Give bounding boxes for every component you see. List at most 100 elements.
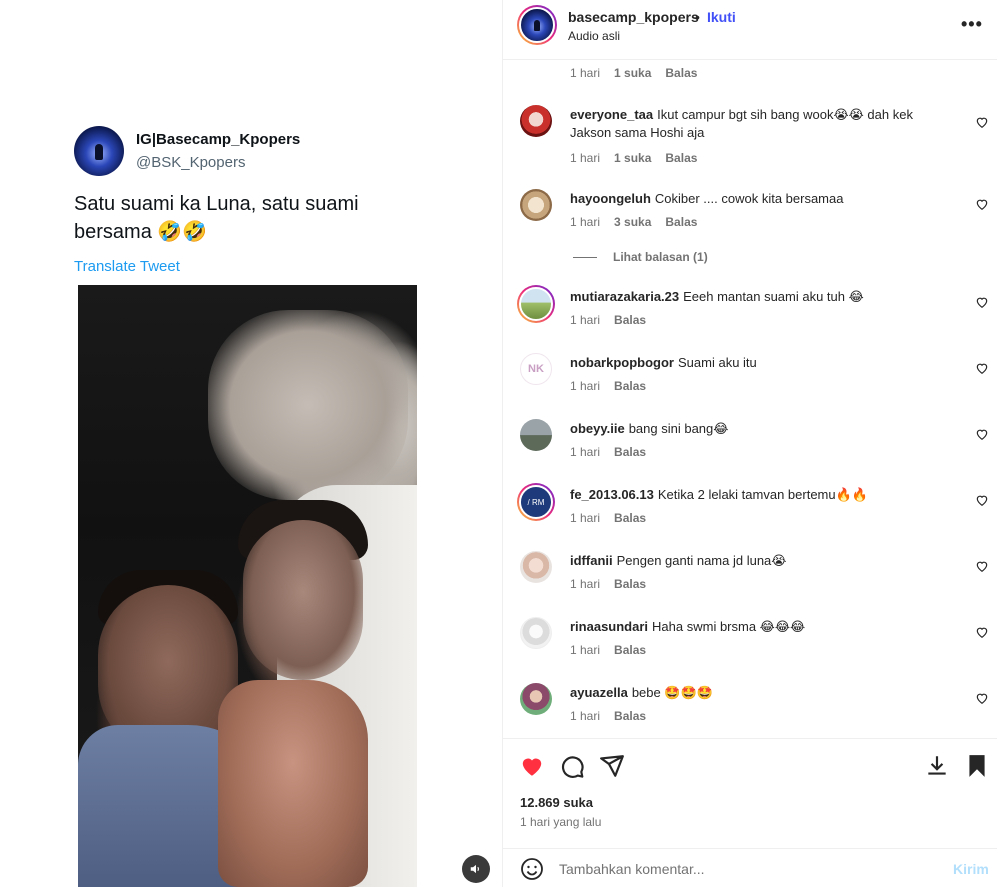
comment-meta: 1 hari 3 suka Balas: [570, 215, 711, 229]
reply-button[interactable]: Balas: [665, 66, 697, 80]
comment-time: 1 hari: [570, 313, 601, 327]
commenter-username[interactable]: hayoongeluh: [570, 191, 651, 206]
reply-button[interactable]: Balas: [614, 511, 646, 525]
comments-list[interactable]: 1 hari 1 suka Balas everyone_taa Ikut campu…: [503, 61, 997, 738]
commenter-avatar[interactable]: [520, 189, 552, 221]
view-replies-button[interactable]: Lihat balasan (1): [573, 250, 708, 264]
commenter-avatar[interactable]: [520, 683, 552, 715]
comment-likes[interactable]: 3 suka: [614, 215, 651, 229]
like-comment-icon[interactable]: [975, 427, 989, 441]
comment-text-block: hayoongeluh Cokiber .... cowok kita bersa…: [570, 190, 950, 208]
comment-time: 1 hari: [570, 379, 601, 393]
comment-text: Suami aku itu: [678, 355, 757, 370]
comment-time: 1 hari: [570, 445, 601, 459]
follow-button[interactable]: Ikuti: [707, 9, 736, 25]
reply-button[interactable]: Balas: [614, 577, 646, 591]
post-header: basecamp_kpopers • Ikuti Audio asli •••: [503, 0, 997, 60]
comment-text-block: mutiarazakaria.23 Eeeh mantan suami aku t…: [570, 288, 950, 306]
like-comment-icon[interactable]: [975, 559, 989, 573]
commenter-avatar[interactable]: [517, 285, 555, 323]
comment-likes[interactable]: 1 suka: [614, 151, 651, 165]
action-bar: [503, 738, 997, 798]
comment-text-block: rinaasundari Haha swmi brsma 😂😂😂: [570, 618, 950, 636]
comment-text-block: nobarkpopbogor Suami aku itu: [570, 354, 950, 372]
commenter-avatar[interactable]: [520, 551, 552, 583]
comment-text-block: ayuazella bebe 🤩🤩🤩: [570, 684, 950, 702]
commenter-avatar[interactable]: NK: [520, 353, 552, 385]
like-comment-icon[interactable]: [975, 625, 989, 639]
comment-likes[interactable]: 1 suka: [614, 66, 651, 80]
commenter-username[interactable]: ayuazella: [570, 685, 628, 700]
post-comment-button[interactable]: Kirim: [953, 861, 989, 877]
post-panel: basecamp_kpopers • Ikuti Audio asli ••• …: [502, 0, 997, 887]
more-icon[interactable]: •••: [961, 14, 983, 35]
comment-time: 1 hari: [570, 709, 601, 723]
download-icon[interactable]: [924, 753, 950, 779]
comment-meta: 1 hari Balas: [570, 577, 660, 591]
comment-meta: 1 hari Balas: [570, 313, 660, 327]
commenter-username[interactable]: nobarkpopbogor: [570, 355, 674, 370]
audio-label[interactable]: Audio asli: [568, 29, 620, 43]
comment-text: Ketika 2 lelaki tamvan bertemu🔥🔥: [657, 487, 868, 502]
reply-button[interactable]: Balas: [614, 445, 646, 459]
commenter-username[interactable]: mutiarazakaria.23: [570, 289, 679, 304]
tweet-display-name: IG|Basecamp_Kpopers: [136, 131, 301, 148]
comment-text: bang sini bang😂: [628, 421, 729, 436]
commenter-avatar[interactable]: / RM: [517, 483, 555, 521]
like-comment-icon[interactable]: [975, 493, 989, 507]
video-frame[interactable]: [78, 285, 417, 887]
commenter-avatar[interactable]: [520, 419, 552, 451]
comment-text: Eeeh mantan suami aku tuh 😂: [683, 289, 864, 304]
commenter-username[interactable]: rinaasundari: [570, 619, 648, 634]
like-comment-icon[interactable]: [975, 295, 989, 309]
comment-input[interactable]: [559, 859, 899, 879]
comment-text-block: obeyy.iie bang sini bang😂: [570, 420, 950, 438]
tweet-text: Satu suami ka Luna, satu suami bersama 🤣…: [74, 193, 359, 243]
like-comment-icon[interactable]: [975, 115, 989, 129]
comment-text-block: idffanii Pengen ganti nama jd luna😭: [570, 552, 950, 570]
commenter-avatar[interactable]: [520, 105, 552, 137]
commenter-username[interactable]: obeyy.iie: [570, 421, 625, 436]
author-avatar[interactable]: [517, 5, 557, 45]
comment-time: 1 hari: [570, 577, 601, 591]
comment-text: Pengen ganti nama jd luna😭: [616, 553, 787, 568]
video-face: [243, 520, 363, 680]
sound-icon: [470, 864, 479, 874]
reply-button[interactable]: Balas: [614, 313, 646, 327]
comment-time: 1 hari: [570, 215, 601, 229]
comment-time: 1 hari: [570, 66, 601, 80]
like-comment-icon[interactable]: [975, 197, 989, 211]
comment-meta: 1 hari Balas: [570, 511, 660, 525]
translate-tweet-link: Translate Tweet: [74, 258, 180, 275]
header-separator: •: [695, 9, 700, 25]
comment-meta: 1 hari Balas: [570, 643, 660, 657]
comment-icon[interactable]: [559, 753, 585, 779]
comment-text: bebe 🤩🤩🤩: [631, 685, 713, 700]
commenter-username[interactable]: idffanii: [570, 553, 613, 568]
author-username[interactable]: basecamp_kpopers: [568, 9, 699, 25]
comment-time: 1 hari: [570, 151, 601, 165]
heart-icon[interactable]: [519, 753, 545, 779]
reply-button[interactable]: Balas: [665, 215, 697, 229]
reply-button[interactable]: Balas: [614, 379, 646, 393]
emoji-icon[interactable]: [520, 857, 544, 881]
comment-meta: 1 hari Balas: [570, 709, 660, 723]
share-icon[interactable]: [599, 753, 625, 779]
video-thumb: [218, 680, 368, 887]
commenter-username[interactable]: fe_2013.06.13: [570, 487, 654, 502]
like-comment-icon[interactable]: [975, 691, 989, 705]
commenter-avatar[interactable]: [520, 617, 552, 649]
likes-count[interactable]: 12.869 suka: [520, 795, 593, 810]
commenter-username[interactable]: everyone_taa: [570, 107, 653, 122]
reply-button[interactable]: Balas: [665, 151, 697, 165]
reply-button[interactable]: Balas: [614, 643, 646, 657]
bookmark-icon[interactable]: [964, 753, 990, 779]
tweet-handle: @BSK_Kpopers: [136, 154, 246, 171]
like-comment-icon[interactable]: [975, 361, 989, 375]
reply-button[interactable]: Balas: [614, 709, 646, 723]
sound-button[interactable]: [462, 855, 490, 883]
comment-text-block: everyone_taa Ikut campur bgt sih bang woo…: [570, 106, 950, 142]
comment-meta: 1 hari Balas: [570, 445, 660, 459]
add-comment-bar: Kirim: [503, 848, 997, 887]
comment-meta: 1 hari Balas: [570, 379, 660, 393]
